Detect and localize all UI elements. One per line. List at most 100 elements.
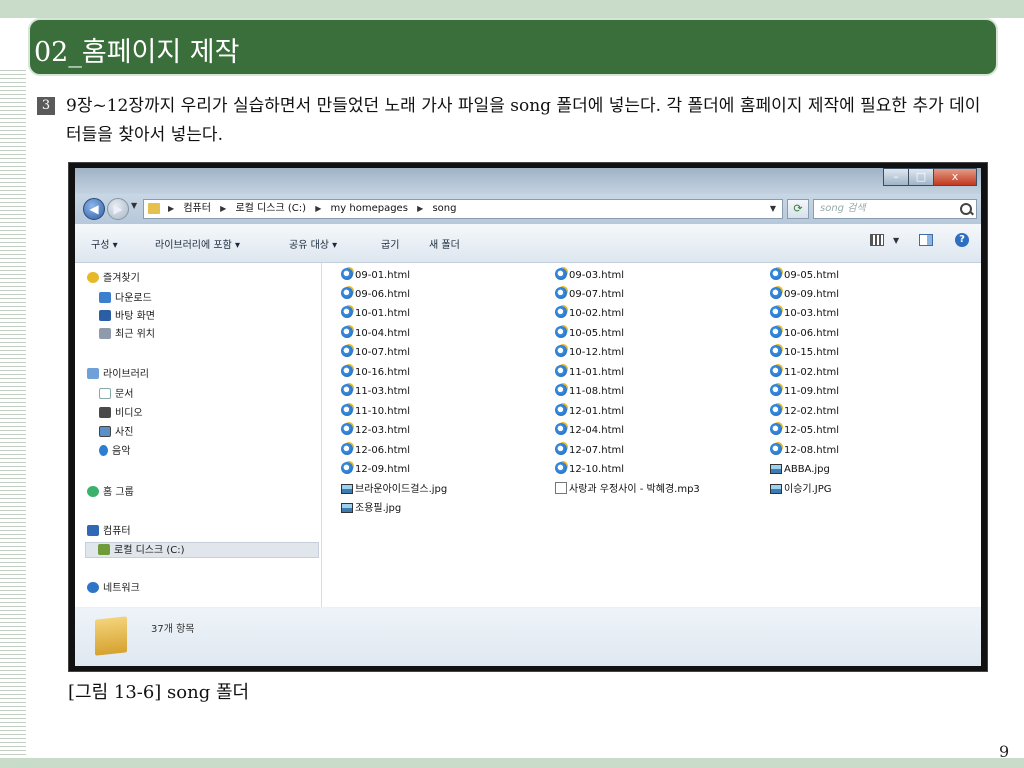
file-item[interactable]: 10-06.html	[770, 325, 839, 343]
nav-pictures[interactable]: 사진	[99, 425, 133, 441]
nav-downloads[interactable]: 다운로드	[99, 291, 152, 307]
file-item[interactable]: 10-03.html	[770, 305, 839, 323]
file-item[interactable]: 12-09.html	[341, 461, 410, 479]
file-item[interactable]: 12-01.html	[555, 403, 624, 421]
file-item[interactable]: 11-10.html	[341, 403, 410, 421]
file-name: 이승기.JPG	[784, 484, 832, 495]
file-item[interactable]: 10-07.html	[341, 344, 410, 362]
file-item[interactable]: 11-02.html	[770, 364, 839, 382]
organize-menu[interactable]: 구성 ▾	[91, 236, 118, 251]
nav-label: 네트워크	[103, 583, 140, 594]
star-icon	[87, 272, 99, 283]
new-folder-button[interactable]: 새 폴더	[429, 236, 460, 251]
nav-libraries[interactable]: 라이브러리	[87, 367, 149, 383]
file-item[interactable]: 10-12.html	[555, 344, 624, 362]
file-item[interactable]: 09-01.html	[341, 267, 410, 285]
file-item[interactable]: 사랑과 우정사이 - 박혜경.mp3	[555, 481, 700, 499]
file-item[interactable]: 12-03.html	[341, 422, 410, 440]
file-name: 12-07.html	[569, 445, 625, 456]
nav-label: 사진	[115, 427, 134, 438]
file-item[interactable]: 12-10.html	[555, 461, 624, 479]
breadcrumb-local-disk[interactable]: 로컬 디스크 (C:)	[235, 203, 306, 214]
ie-html-icon	[555, 423, 567, 435]
file-item[interactable]: 10-02.html	[555, 305, 624, 323]
ie-html-icon	[341, 306, 353, 318]
downloads-icon	[99, 292, 111, 303]
file-item[interactable]: 12-08.html	[770, 442, 839, 460]
forward-button[interactable]: ▶	[107, 198, 129, 220]
file-item[interactable]: 11-01.html	[555, 364, 624, 382]
close-button[interactable]: x	[933, 168, 977, 186]
file-item[interactable]: 12-06.html	[341, 442, 410, 460]
search-input[interactable]: song 검색	[813, 199, 977, 219]
minimize-button[interactable]: –	[883, 168, 909, 186]
recent-pages-dropdown[interactable]: ▼	[131, 201, 137, 210]
file-item[interactable]: 10-05.html	[555, 325, 624, 343]
nav-favorites[interactable]: 즐겨찾기	[87, 271, 140, 287]
file-item[interactable]: ABBA.jpg	[770, 461, 830, 479]
window-titlebar[interactable]: – □ x	[75, 168, 981, 194]
file-item[interactable]: 09-06.html	[341, 286, 410, 304]
file-name: 11-01.html	[569, 367, 625, 378]
nav-videos[interactable]: 비디오	[99, 406, 143, 422]
file-name: 09-07.html	[569, 289, 625, 300]
ie-html-icon	[341, 268, 353, 280]
breadcrumb-my-homepages[interactable]: my homepages	[331, 203, 408, 214]
burn-button[interactable]: 굽기	[381, 236, 399, 251]
address-dropdown-icon[interactable]: ▼	[770, 200, 776, 218]
nav-local-disk[interactable]: 로컬 디스크 (C:)	[85, 542, 319, 558]
file-name: 12-04.html	[569, 425, 625, 436]
nav-network[interactable]: 네트워크	[87, 581, 140, 597]
file-name: 사랑과 우정사이 - 박혜경.mp3	[569, 484, 700, 495]
view-options-dropdown[interactable]: ▼	[893, 236, 899, 245]
nav-recent-places[interactable]: 최근 위치	[99, 327, 155, 343]
search-placeholder: song 검색	[820, 203, 866, 214]
item-count: 37개 항목	[151, 624, 195, 635]
nav-computer[interactable]: 컴퓨터	[87, 524, 131, 540]
search-icon[interactable]	[960, 203, 972, 215]
nav-homegroup[interactable]: 홈 그룹	[87, 485, 134, 501]
step-number-badge: 3	[37, 97, 55, 115]
navigation-pane: 즐겨찾기 다운로드 바탕 화면 최근 위치 라이브러리 문서 비디오 사진 음악…	[75, 263, 322, 607]
file-item[interactable]: 이승기.JPG	[770, 481, 832, 499]
breadcrumb-computer[interactable]: 컴퓨터	[183, 203, 211, 214]
file-item[interactable]: 10-16.html	[341, 364, 410, 382]
nav-desktop[interactable]: 바탕 화면	[99, 309, 155, 325]
refresh-button[interactable]: ⟳	[787, 199, 809, 219]
ie-html-icon	[770, 404, 782, 416]
file-name: 11-03.html	[355, 386, 411, 397]
file-item[interactable]: 09-07.html	[555, 286, 624, 304]
ie-html-icon	[555, 326, 567, 338]
file-item[interactable]: 12-02.html	[770, 403, 839, 421]
file-item[interactable]: 10-01.html	[341, 305, 410, 323]
desktop-icon	[99, 310, 111, 321]
file-item[interactable]: 09-09.html	[770, 286, 839, 304]
breadcrumb-song[interactable]: song	[432, 203, 456, 214]
file-item[interactable]: 11-08.html	[555, 383, 624, 401]
address-bar[interactable]: ▶ 컴퓨터 ▶ 로컬 디스크 (C:) ▶ my homepages ▶ son…	[143, 199, 783, 219]
file-item[interactable]: 11-03.html	[341, 383, 410, 401]
back-button[interactable]: ◀	[83, 198, 105, 220]
change-view-icon[interactable]	[870, 234, 884, 246]
include-in-library-menu[interactable]: 라이브러리에 포함 ▾	[155, 236, 240, 251]
preview-pane-icon[interactable]	[919, 234, 933, 246]
share-with-menu[interactable]: 공유 대상 ▾	[289, 236, 337, 251]
help-icon[interactable]: ?	[955, 233, 969, 247]
file-item[interactable]: 09-03.html	[555, 267, 624, 285]
ie-html-icon	[341, 326, 353, 338]
pictures-icon	[99, 426, 111, 437]
file-item[interactable]: 10-04.html	[341, 325, 410, 343]
file-item[interactable]: 10-15.html	[770, 344, 839, 362]
file-item[interactable]: 12-04.html	[555, 422, 624, 440]
file-item[interactable]: 조용필.jpg	[341, 500, 401, 518]
file-item[interactable]: 09-05.html	[770, 267, 839, 285]
file-item[interactable]: 12-07.html	[555, 442, 624, 460]
file-item[interactable]: 12-05.html	[770, 422, 839, 440]
back-arrow-icon: ◀	[89, 202, 99, 216]
maximize-button[interactable]: □	[908, 168, 934, 186]
file-item[interactable]: 브라운아이드걸스.jpg	[341, 481, 447, 499]
file-item[interactable]: 11-09.html	[770, 383, 839, 401]
ie-html-icon	[770, 384, 782, 396]
nav-documents[interactable]: 문서	[99, 387, 133, 403]
nav-music[interactable]: 음악	[99, 444, 130, 460]
